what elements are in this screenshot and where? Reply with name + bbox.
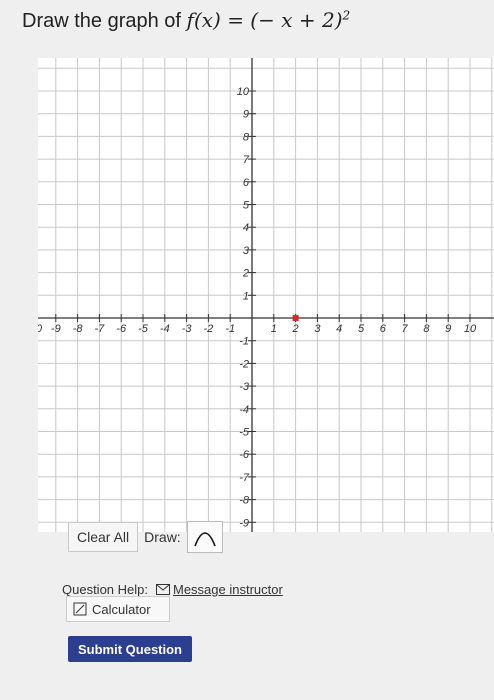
calculator-label: Calculator xyxy=(92,601,151,617)
x-tick-label: -3 xyxy=(182,323,193,335)
x-tick-label: 1 xyxy=(271,323,277,335)
x-tick-label: 8 xyxy=(423,323,430,335)
submit-question-button[interactable]: Submit Question xyxy=(68,636,192,662)
y-tick-label: -8 xyxy=(239,495,250,507)
draw-toolbar: Clear All Draw: xyxy=(68,518,223,556)
coordinate-plane[interactable]: -10-9-8-7-6-5-4-3-2-11234567891010987654… xyxy=(26,58,494,552)
marked-point xyxy=(292,315,299,321)
x-tick-label: -1 xyxy=(225,323,235,335)
calculator-button[interactable]: Calculator xyxy=(66,596,170,622)
page: Draw the graph of f(x) = (− x + 2)2 -10-… xyxy=(0,0,494,700)
y-tick-label: -7 xyxy=(239,472,250,484)
y-tick-label: 1 xyxy=(243,290,249,302)
x-tick-label: 9 xyxy=(445,323,451,335)
message-instructor-link[interactable]: Message instructor xyxy=(156,582,283,597)
y-tick-label: 3 xyxy=(243,245,250,257)
envelope-icon xyxy=(156,584,170,595)
y-tick-label: 10 xyxy=(237,86,250,98)
x-tick-label: 10 xyxy=(464,323,477,335)
draw-label: Draw: xyxy=(144,529,181,545)
clear-all-button[interactable]: Clear All xyxy=(68,522,139,552)
y-tick-label: -3 xyxy=(239,381,250,393)
y-tick-label: 9 xyxy=(243,109,249,121)
x-tick-label: -5 xyxy=(138,323,149,335)
x-tick-label: 7 xyxy=(402,323,409,335)
x-tick-label: -4 xyxy=(160,323,170,335)
question-exponent: 2 xyxy=(342,8,351,23)
parabola-icon xyxy=(193,532,216,547)
x-tick-label: 4 xyxy=(336,323,342,335)
y-tick-label: 4 xyxy=(243,222,249,234)
y-tick-label: -4 xyxy=(239,404,249,416)
calculator-icon xyxy=(73,602,87,616)
y-tick-label: 6 xyxy=(243,177,250,189)
question-help-label: Question Help: xyxy=(62,582,148,597)
y-tick-label: -6 xyxy=(239,449,250,461)
graph-area[interactable]: -10-9-8-7-6-5-4-3-2-11234567891010987654… xyxy=(26,58,494,552)
x-tick-label: -2 xyxy=(204,323,214,335)
question-help: Question Help: Message instructor xyxy=(62,582,283,597)
y-tick-label: -5 xyxy=(239,427,250,439)
x-tick-label: 5 xyxy=(358,323,365,335)
question-prompt: Draw the graph of f(x) = (− x + 2)2 xyxy=(22,8,350,33)
y-tick-label: 5 xyxy=(243,200,250,212)
y-tick-label: -1 xyxy=(239,336,249,348)
y-tick-label: 8 xyxy=(243,131,250,143)
x-tick-label: -6 xyxy=(116,323,127,335)
x-tick-label: -9 xyxy=(51,323,61,335)
y-tick-label: 7 xyxy=(243,154,250,166)
x-tick-label: 3 xyxy=(314,323,321,335)
x-tick-label: -8 xyxy=(73,323,84,335)
question-function: f(x) = (− x + 2) xyxy=(186,8,343,32)
y-tick-label: -9 xyxy=(239,517,249,529)
x-tick-label: 6 xyxy=(380,323,387,335)
x-tick-label: 2 xyxy=(292,323,299,335)
y-tick-label: -2 xyxy=(239,358,249,370)
parabola-tool-button[interactable] xyxy=(186,521,223,553)
y-tick-label: 2 xyxy=(242,268,249,280)
x-tick-label: -7 xyxy=(95,323,106,335)
message-instructor-label: Message instructor xyxy=(173,582,283,597)
question-prefix: Draw the graph of xyxy=(22,10,181,32)
